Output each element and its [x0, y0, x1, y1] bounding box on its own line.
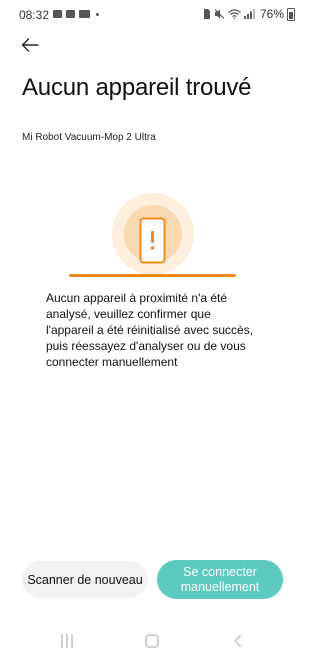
recents-icon[interactable] [60, 634, 74, 648]
arrow-left-icon [21, 38, 39, 52]
home-icon[interactable] [145, 634, 159, 648]
image-icon [66, 10, 75, 18]
news-icon [79, 10, 90, 18]
status-bar: 08:32 76% [0, 0, 305, 28]
back-icon[interactable] [232, 634, 244, 648]
mute-icon [214, 9, 225, 19]
wifi-icon [228, 9, 241, 19]
battery-icon [287, 7, 295, 21]
no-device-message: Aucun appareil à proximité n'a été analy… [46, 291, 254, 369]
gallery-icon [53, 10, 62, 18]
rescan-button[interactable]: Scanner de nouveau [22, 561, 148, 598]
scan-progress-line [69, 274, 236, 277]
signal-icon [243, 9, 255, 19]
system-nav-bar [0, 626, 305, 658]
connect-manually-button[interactable]: Se connecter manuellement [157, 560, 283, 599]
sim-icon [203, 9, 210, 19]
status-notification-icons [53, 10, 99, 18]
status-system-icons: 76% [203, 7, 295, 21]
status-time: 08:32 [19, 8, 50, 22]
screen: 08:32 76% Aucun appareil trouvé Mi Robot… [0, 0, 305, 662]
battery-level: 76% [259, 7, 284, 21]
page-title: Aucun appareil trouvé [22, 74, 252, 101]
device-name: Mi Robot Vacuum-Mop 2 Ultra [22, 132, 156, 143]
back-button[interactable] [16, 33, 44, 57]
phone-alert-icon [139, 217, 166, 264]
notification-dot-icon [96, 12, 99, 16]
